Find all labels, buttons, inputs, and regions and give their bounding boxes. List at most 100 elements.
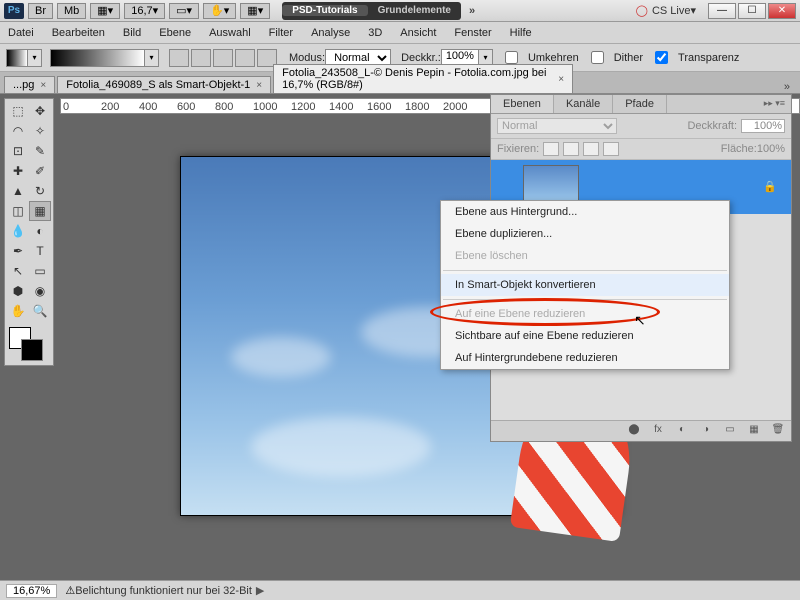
- transparency-checkbox[interactable]: [655, 51, 668, 64]
- gradient-tool-icon[interactable]: [6, 49, 28, 67]
- tool-pen[interactable]: ✒: [7, 241, 29, 261]
- menu-edit[interactable]: Bearbeiten: [52, 27, 105, 39]
- cs-live-button[interactable]: CS Live ▾: [636, 4, 696, 17]
- adjustment-layer-icon[interactable]: ◑: [697, 424, 715, 438]
- tool-hand[interactable]: ✋: [7, 301, 29, 321]
- lock-position-icon[interactable]: [563, 142, 579, 156]
- lock-all-icon[interactable]: [583, 142, 599, 156]
- layer-blend-select[interactable]: Normal: [497, 118, 617, 134]
- ctx-flatten[interactable]: Auf Hintergrundebene reduzieren: [441, 347, 729, 369]
- tool-3d[interactable]: ⬢: [7, 281, 29, 301]
- minibridge-button[interactable]: Mb: [57, 3, 86, 19]
- tabs-overflow-icon[interactable]: »: [778, 81, 796, 93]
- ctx-layer-from-bg[interactable]: Ebene aus Hintergrund...: [441, 201, 729, 223]
- close-button[interactable]: ✕: [768, 3, 796, 19]
- link-layers-icon[interactable]: ⬤: [625, 424, 643, 438]
- tool-history-brush[interactable]: ↻: [29, 181, 51, 201]
- document-tab-active[interactable]: Fotolia_243508_L-© Denis Pepin - Fotolia…: [273, 64, 573, 93]
- gradient-picker-dropdown[interactable]: ▾: [145, 49, 159, 67]
- ctx-duplicate-layer[interactable]: Ebene duplizieren...: [441, 223, 729, 245]
- minimize-button[interactable]: —: [708, 3, 736, 19]
- menu-help[interactable]: Hilfe: [510, 27, 532, 39]
- panel-tab-paths[interactable]: Pfade: [613, 95, 667, 113]
- tool-gradient[interactable]: ▦: [29, 201, 51, 221]
- panel-tab-channels[interactable]: Kanäle: [554, 95, 613, 113]
- workspace-tab-tutorials[interactable]: PSD-Tutorials: [282, 5, 367, 16]
- app-icon: Ps: [4, 3, 24, 19]
- menu-analysis[interactable]: Analyse: [311, 27, 350, 39]
- layer-mask-icon[interactable]: ◐: [673, 424, 691, 438]
- zoom-field[interactable]: 16,67%: [6, 584, 57, 598]
- close-icon[interactable]: ×: [256, 80, 262, 91]
- screen-mode-button[interactable]: ▭▾: [169, 3, 199, 19]
- group-icon[interactable]: ▭: [721, 424, 739, 438]
- menu-image[interactable]: Bild: [123, 27, 141, 39]
- maximize-button[interactable]: ☐: [738, 3, 766, 19]
- menu-select[interactable]: Auswahl: [209, 27, 251, 39]
- tool-eyedropper[interactable]: ✎: [29, 141, 51, 161]
- close-icon[interactable]: ×: [558, 74, 564, 85]
- expand-workspaces-icon[interactable]: »: [469, 5, 475, 17]
- linear-gradient-button[interactable]: [169, 49, 189, 67]
- panel-menu-icon[interactable]: ▸▸ ▾≡: [758, 95, 791, 113]
- tool-zoom[interactable]: 🔍: [29, 301, 51, 321]
- document-tab[interactable]: Fotolia_469089_S als Smart-Objekt-1×: [57, 76, 271, 93]
- title-bar: Ps Br Mb ▦▾ 16,7 ▾ ▭▾ ✋▾ ▦▾ PSD-Tutorial…: [0, 0, 800, 22]
- new-layer-icon[interactable]: ▦: [745, 424, 763, 438]
- dither-checkbox[interactable]: [591, 51, 604, 64]
- hand-tool-button[interactable]: ✋▾: [203, 3, 236, 19]
- ctx-merge-visible[interactable]: Sichtbare auf eine Ebene reduzieren: [441, 325, 729, 347]
- lock-pixels-icon[interactable]: [543, 142, 559, 156]
- document-tab[interactable]: ...pg×: [4, 76, 55, 93]
- menu-view[interactable]: Ansicht: [400, 27, 436, 39]
- ctx-convert-smart-object[interactable]: In Smart-Objekt konvertieren: [441, 274, 729, 296]
- color-swatches[interactable]: [7, 327, 51, 363]
- tool-marquee[interactable]: ⬚: [7, 101, 29, 121]
- menu-filter[interactable]: Filter: [269, 27, 293, 39]
- arrange-button[interactable]: ▦▾: [240, 3, 270, 19]
- reflected-gradient-button[interactable]: [235, 49, 255, 67]
- tool-path[interactable]: ↖: [7, 261, 29, 281]
- background-color[interactable]: [21, 339, 43, 361]
- fill-label: Fläche:: [721, 143, 757, 155]
- lock-icon: 🔒: [763, 180, 777, 194]
- tool-lasso[interactable]: ◠: [7, 121, 29, 141]
- tool-blur[interactable]: 💧: [7, 221, 29, 241]
- layer-opacity-input[interactable]: 100%: [741, 119, 785, 133]
- gradient-preview[interactable]: [50, 49, 145, 67]
- panel-tab-layers[interactable]: Ebenen: [491, 95, 554, 113]
- tool-stamp[interactable]: ▲: [7, 181, 29, 201]
- layer-fx-icon[interactable]: fx: [649, 424, 667, 438]
- tool-shape[interactable]: ▭: [29, 261, 51, 281]
- zoom-level-button[interactable]: 16,7 ▾: [124, 3, 165, 19]
- tool-brush[interactable]: ✐: [29, 161, 51, 181]
- tool-preset-dropdown[interactable]: ▾: [28, 49, 42, 67]
- tool-wand[interactable]: ✧: [29, 121, 51, 141]
- lock-full-icon[interactable]: [603, 142, 619, 156]
- toolbox: ⬚✥ ◠✧ ⊡✎ ✚✐ ▲↻ ◫▦ 💧◐ ✒T ↖▭ ⬢◉ ✋🔍: [4, 98, 54, 366]
- fill-input[interactable]: 100%: [757, 143, 785, 155]
- tool-type[interactable]: T: [29, 241, 51, 261]
- menu-window[interactable]: Fenster: [454, 27, 491, 39]
- workspace-switcher[interactable]: PSD-Tutorials Grundelemente: [282, 2, 461, 20]
- tool-eraser[interactable]: ◫: [7, 201, 29, 221]
- tool-move[interactable]: ✥: [29, 101, 51, 121]
- angle-gradient-button[interactable]: [213, 49, 233, 67]
- radial-gradient-button[interactable]: [191, 49, 211, 67]
- status-warning-icon: ⚠: [65, 584, 75, 597]
- tool-dodge[interactable]: ◐: [29, 221, 51, 241]
- reverse-checkbox[interactable]: [505, 51, 518, 64]
- view-grid-button[interactable]: ▦▾: [90, 3, 120, 19]
- status-menu-icon[interactable]: ▶: [256, 584, 264, 597]
- menu-3d[interactable]: 3D: [368, 27, 382, 39]
- tool-crop[interactable]: ⊡: [7, 141, 29, 161]
- close-icon[interactable]: ×: [40, 80, 46, 91]
- tool-heal[interactable]: ✚: [7, 161, 29, 181]
- workspace-tab-basics[interactable]: Grundelemente: [368, 5, 461, 16]
- tool-3d-camera[interactable]: ◉: [29, 281, 51, 301]
- ctx-delete-layer: Ebene löschen: [441, 245, 729, 267]
- bridge-button[interactable]: Br: [28, 3, 53, 19]
- menu-layer[interactable]: Ebene: [159, 27, 191, 39]
- menu-file[interactable]: Datei: [8, 27, 34, 39]
- delete-layer-icon[interactable]: 🗑: [769, 424, 787, 438]
